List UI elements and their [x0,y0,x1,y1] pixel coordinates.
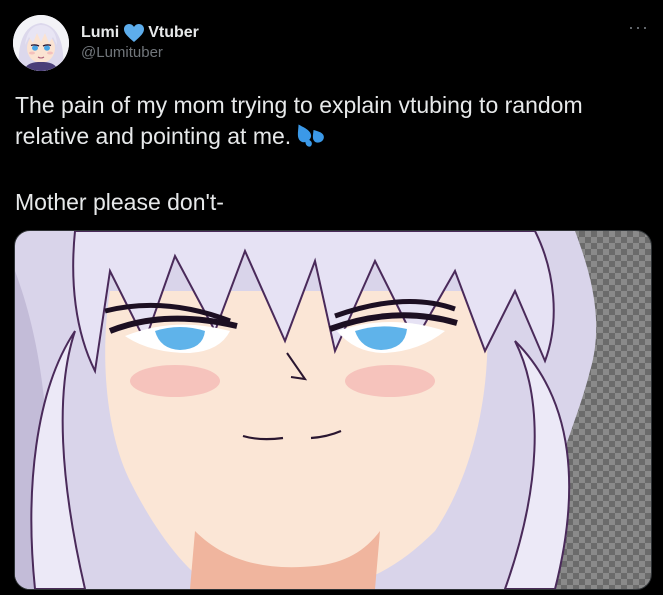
tweet-text-line-2: Mother please don't- [15,189,224,215]
author-names: Lumi Vtuber @Lumituber [81,23,199,63]
display-name-text[interactable]: Lumi [81,23,119,43]
sweat-droplets-icon [295,122,325,156]
blue-heart-icon [123,23,145,43]
user-handle[interactable]: @Lumituber [81,43,199,63]
more-dots-icon[interactable]: ··· [628,18,649,36]
tweet-card[interactable]: Lumi Vtuber @Lumituber ··· The pain of m… [0,0,663,595]
display-name-suffix[interactable]: Vtuber [148,23,199,43]
avatar[interactable] [13,15,69,71]
display-name[interactable]: Lumi Vtuber [81,23,199,43]
tweet-header: Lumi Vtuber @Lumituber [13,14,199,72]
tweet-media-image[interactable] [14,230,652,590]
tweet-text: The pain of my mom trying to explain vtu… [15,90,635,218]
tweet-text-line-1: The pain of my mom trying to explain vtu… [15,90,635,156]
